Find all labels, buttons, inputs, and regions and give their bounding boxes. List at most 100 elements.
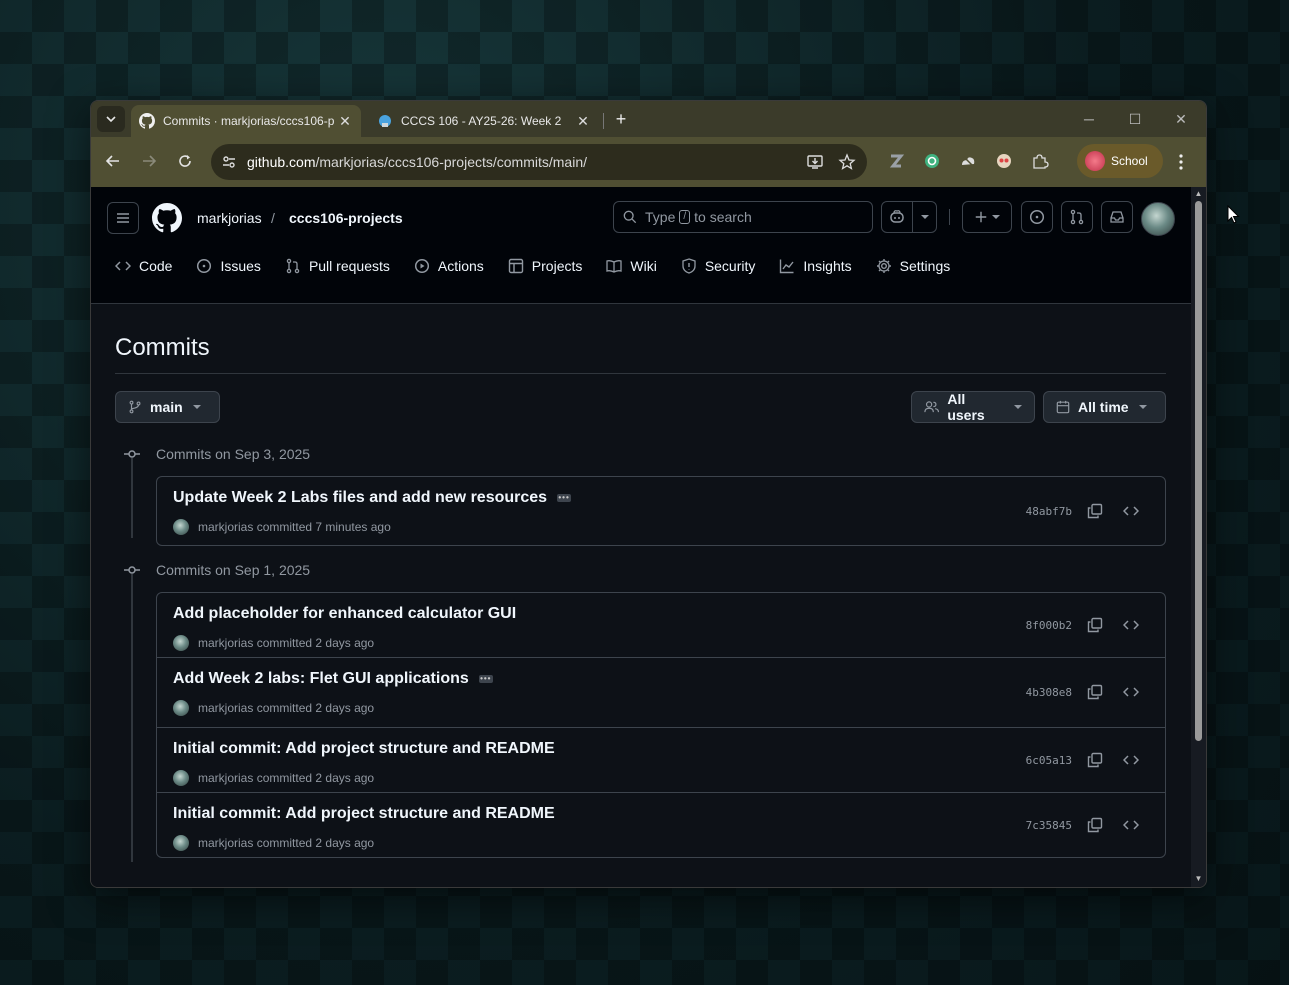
commit-row[interactable]: Initial commit: Add project structure an… bbox=[157, 727, 1165, 792]
browse-code-icon[interactable] bbox=[1121, 501, 1141, 521]
nav-code[interactable]: Code bbox=[115, 258, 172, 274]
copy-icon[interactable] bbox=[1085, 615, 1105, 635]
address-bar[interactable]: github.com/markjorias/cccs106-projects/c… bbox=[211, 144, 867, 180]
bookmark-star-icon[interactable] bbox=[835, 150, 859, 174]
scroll-thumb[interactable] bbox=[1195, 201, 1202, 741]
people-icon bbox=[924, 401, 940, 413]
copy-icon[interactable] bbox=[1085, 815, 1105, 835]
nav-settings[interactable]: Settings bbox=[876, 258, 950, 274]
commit-row[interactable]: Update Week 2 Labs files and add new res… bbox=[157, 477, 1165, 545]
nav-issues[interactable]: Issues bbox=[196, 258, 261, 274]
site-info-icon[interactable] bbox=[219, 152, 239, 172]
author-avatar[interactable] bbox=[173, 519, 189, 535]
profile-button[interactable]: School bbox=[1077, 144, 1163, 178]
copilot-dropdown[interactable] bbox=[913, 202, 936, 232]
commit-title[interactable]: Initial commit: Add project structure an… bbox=[173, 740, 555, 758]
browse-code-icon[interactable] bbox=[1121, 615, 1141, 635]
search-input[interactable]: Type / to search bbox=[613, 201, 873, 233]
tab-divider bbox=[603, 113, 604, 129]
commit-sha[interactable]: 7c35845 bbox=[1026, 819, 1072, 832]
commit-title[interactable]: Add placeholder for enhanced calculator … bbox=[173, 605, 516, 623]
cloud-extension-icon[interactable] bbox=[957, 150, 979, 172]
close-window-button[interactable]: ✕ bbox=[1158, 101, 1204, 137]
maximize-button[interactable]: ☐ bbox=[1112, 101, 1158, 137]
commit-author[interactable]: markjorias bbox=[198, 520, 253, 534]
nav-pull-requests[interactable]: Pull requests bbox=[285, 258, 390, 274]
mask-extension-icon[interactable] bbox=[993, 150, 1015, 172]
time-filter[interactable]: All time bbox=[1043, 391, 1166, 423]
issues-header-button[interactable] bbox=[1021, 201, 1053, 233]
commit-sha[interactable]: 4b308e8 bbox=[1026, 686, 1072, 699]
breadcrumb-owner[interactable]: markjorias bbox=[197, 210, 262, 226]
author-avatar[interactable] bbox=[173, 835, 189, 851]
hamburger-menu-button[interactable] bbox=[107, 202, 139, 234]
z-extension-icon[interactable] bbox=[885, 150, 907, 172]
copilot-button[interactable] bbox=[882, 202, 913, 232]
commit-sha[interactable]: 8f000b2 bbox=[1026, 619, 1072, 632]
timeline-line bbox=[131, 458, 133, 538]
install-app-icon[interactable] bbox=[803, 150, 827, 174]
author-avatar[interactable] bbox=[173, 635, 189, 651]
search-icon bbox=[623, 210, 637, 224]
expand-description-button[interactable]: ••• bbox=[557, 494, 572, 502]
commit-row[interactable]: Initial commit: Add project structure an… bbox=[157, 792, 1165, 857]
close-icon[interactable]: ✕ bbox=[335, 113, 355, 130]
browse-code-icon[interactable] bbox=[1121, 750, 1141, 770]
author-avatar[interactable] bbox=[173, 770, 189, 786]
reload-button[interactable] bbox=[173, 149, 197, 173]
copy-icon[interactable] bbox=[1085, 501, 1105, 521]
breadcrumb-repo[interactable]: cccs106-projects bbox=[289, 210, 403, 226]
github-logo-icon[interactable] bbox=[152, 203, 182, 233]
commit-title[interactable]: Add Week 2 labs: Flet GUI applications bbox=[173, 670, 469, 688]
browse-code-icon[interactable] bbox=[1121, 682, 1141, 702]
commit-message[interactable]: Add placeholder for enhanced calculator … bbox=[173, 605, 516, 623]
nav-insights[interactable]: Insights bbox=[779, 258, 852, 274]
browser-menu-button[interactable] bbox=[1171, 150, 1191, 174]
commit-row[interactable]: Add placeholder for enhanced calculator … bbox=[157, 593, 1165, 657]
tab-commits[interactable]: Commits · markjorias/cccs106-p ✕ bbox=[131, 105, 361, 137]
mouse-cursor-icon bbox=[1227, 205, 1240, 224]
search-shortcut-key: / bbox=[679, 210, 691, 224]
tab-search-button[interactable] bbox=[97, 106, 125, 132]
nav-wiki[interactable]: Wiki bbox=[606, 258, 657, 274]
commit-message[interactable]: Add Week 2 labs: Flet GUI applications •… bbox=[173, 670, 493, 688]
forward-button[interactable] bbox=[137, 149, 161, 173]
inbox-button[interactable] bbox=[1101, 201, 1133, 233]
nav-security[interactable]: Security bbox=[681, 258, 755, 274]
commit-title[interactable]: Initial commit: Add project structure an… bbox=[173, 805, 555, 823]
tab-course[interactable]: CCCS 106 - AY25-26: Week 2 ✕ bbox=[369, 105, 599, 137]
commit-row[interactable]: Add Week 2 labs: Flet GUI applications •… bbox=[157, 657, 1165, 727]
create-new-button[interactable] bbox=[962, 201, 1012, 233]
puzzle-extensions-icon[interactable] bbox=[1029, 150, 1051, 172]
nav-projects[interactable]: Projects bbox=[508, 258, 582, 274]
branch-selector[interactable]: main bbox=[115, 391, 220, 423]
scroll-up-arrow[interactable]: ▲ bbox=[1194, 190, 1203, 198]
copy-icon[interactable] bbox=[1085, 682, 1105, 702]
commit-author[interactable]: markjorias bbox=[198, 701, 253, 715]
browse-code-icon[interactable] bbox=[1121, 815, 1141, 835]
commit-message[interactable]: Initial commit: Add project structure an… bbox=[173, 805, 555, 823]
commit-sha[interactable]: 6c05a13 bbox=[1026, 754, 1072, 767]
expand-description-button[interactable]: ••• bbox=[478, 675, 493, 683]
copy-icon[interactable] bbox=[1085, 750, 1105, 770]
author-avatar[interactable] bbox=[173, 700, 189, 716]
new-tab-button[interactable]: + bbox=[611, 109, 631, 129]
commit-sha[interactable]: 48abf7b bbox=[1026, 505, 1072, 518]
back-button[interactable] bbox=[101, 149, 125, 173]
user-avatar[interactable] bbox=[1141, 202, 1175, 236]
commit-author[interactable]: markjorias bbox=[198, 771, 253, 785]
commit-message[interactable]: Initial commit: Add project structure an… bbox=[173, 740, 555, 758]
green-extension-icon[interactable] bbox=[921, 150, 943, 172]
commit-author[interactable]: markjorias bbox=[198, 836, 253, 850]
page-scrollbar[interactable]: ▲ ▼ bbox=[1191, 187, 1206, 887]
minimize-button[interactable]: ─ bbox=[1066, 101, 1112, 137]
close-icon[interactable]: ✕ bbox=[573, 113, 593, 130]
commit-title[interactable]: Update Week 2 Labs files and add new res… bbox=[173, 489, 547, 507]
commit-author[interactable]: markjorias bbox=[198, 636, 253, 650]
pull-requests-header-button[interactable] bbox=[1061, 201, 1093, 233]
commit-message[interactable]: Update Week 2 Labs files and add new res… bbox=[173, 489, 572, 507]
commit-meta: markjorias committed 2 days ago bbox=[173, 635, 374, 651]
users-filter[interactable]: All users bbox=[911, 391, 1035, 423]
scroll-down-arrow[interactable]: ▼ bbox=[1194, 875, 1203, 883]
nav-actions[interactable]: Actions bbox=[414, 258, 484, 274]
